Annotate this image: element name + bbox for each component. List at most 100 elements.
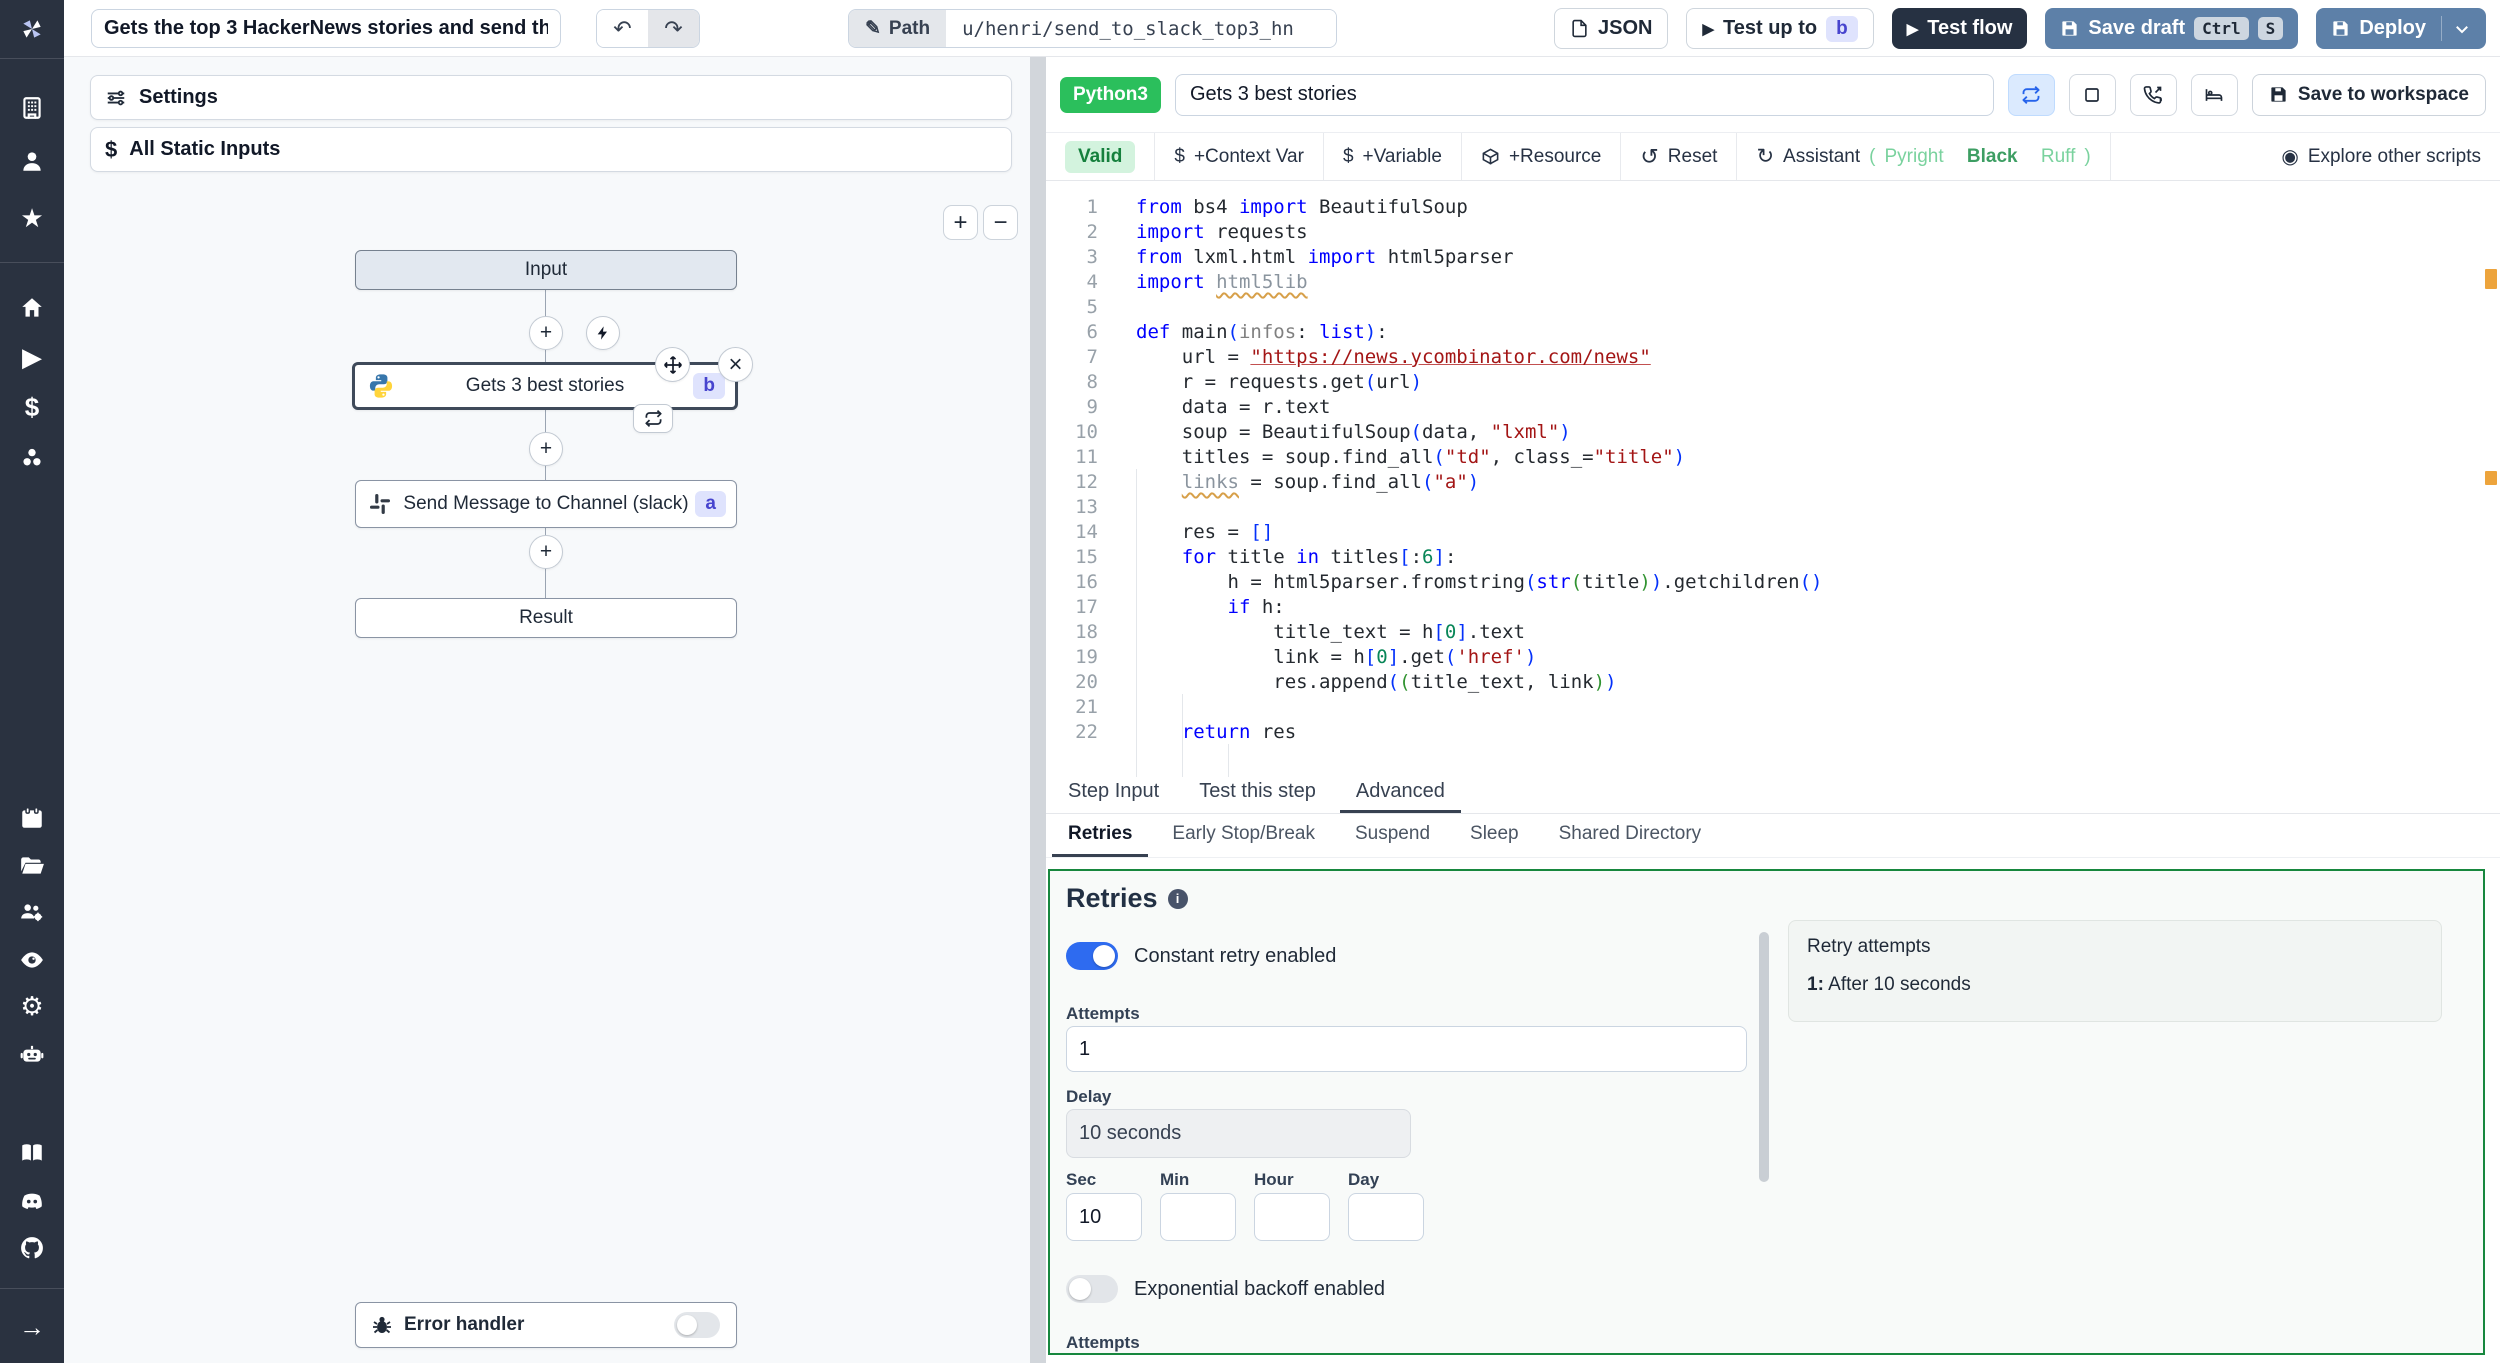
- add-context-var-button[interactable]: $ +Context Var: [1155, 133, 1324, 180]
- code-line: 19 link = h[0].get('href'): [1075, 646, 1537, 668]
- bolt-icon: [597, 326, 607, 340]
- github-icon[interactable]: [12, 1228, 52, 1268]
- code-line: 8 r = requests.get(url): [1086, 371, 1423, 393]
- canvas-zoom-out-button[interactable]: −: [983, 205, 1018, 240]
- variables-dollar-icon[interactable]: $: [12, 387, 52, 427]
- subtab-shared-directory[interactable]: Shared Directory: [1543, 814, 1718, 857]
- day-input[interactable]: [1348, 1193, 1424, 1241]
- windmill-logo-icon[interactable]: [12, 9, 52, 49]
- json-button[interactable]: JSON: [1554, 8, 1669, 49]
- flow-node-input[interactable]: Input: [355, 250, 737, 290]
- error-handler-toggle[interactable]: [674, 1312, 720, 1338]
- flow-node-step-a[interactable]: Send Message to Channel (slack) a: [355, 480, 737, 528]
- early-stop-icon-button[interactable]: [2068, 73, 2116, 116]
- tab-test-this-step[interactable]: Test this step: [1183, 772, 1332, 813]
- constant-retry-toggle[interactable]: [1066, 942, 1118, 970]
- path-group[interactable]: ✎ Path u/henri/send_to_slack_top3_hn: [848, 9, 1338, 48]
- schedules-calendar-icon[interactable]: [12, 798, 52, 838]
- runs-play-icon[interactable]: ▶: [12, 337, 52, 377]
- box-icon: [1482, 148, 1499, 165]
- close-icon: ×: [728, 350, 743, 378]
- canvas-zoom-in-button[interactable]: +: [943, 205, 978, 240]
- bug-icon: [373, 1316, 391, 1334]
- retries-panel: Retries i Constant retry enabled Attempt…: [1048, 869, 2485, 1355]
- test-flow-button[interactable]: ▶ Test flow: [1891, 8, 2028, 49]
- play-icon: ▶: [1906, 20, 1919, 38]
- suspend-icon-button[interactable]: [2129, 73, 2177, 116]
- test-up-to-button[interactable]: ▶ Test up to b: [1686, 8, 1874, 49]
- home-icon[interactable]: [12, 288, 52, 328]
- insert-step-button[interactable]: +: [529, 316, 563, 350]
- panel-resize-handle[interactable]: [1030, 57, 1046, 1363]
- subtab-suspend[interactable]: Suspend: [1339, 814, 1446, 857]
- sleep-icon-button[interactable]: [2190, 73, 2238, 116]
- editor-header: Python3 Save to workspace: [1046, 57, 2500, 133]
- docs-book-icon[interactable]: [12, 1133, 52, 1173]
- folders-icon[interactable]: [12, 846, 52, 886]
- insert-step-button[interactable]: +: [529, 432, 563, 466]
- static-inputs-card[interactable]: $ All Static Inputs: [90, 127, 1012, 172]
- sec-input[interactable]: [1066, 1193, 1142, 1241]
- language-badge: Python3: [1060, 76, 1161, 113]
- save-draft-button[interactable]: Save draft Ctrl S: [2045, 8, 2299, 49]
- refresh-icon: ↻: [1756, 145, 1775, 168]
- subtab-early-stop[interactable]: Early Stop/Break: [1156, 814, 1331, 857]
- assistant-status[interactable]: ↻ Assistant (Pyright Black Ruff): [1737, 133, 2111, 180]
- move-node-button[interactable]: [655, 347, 690, 382]
- retries-scrollbar[interactable]: [1759, 932, 1769, 1182]
- expand-sidebar-arrow-icon[interactable]: →: [12, 1307, 52, 1347]
- flow-node-result[interactable]: Result: [355, 598, 737, 638]
- delete-node-button[interactable]: ×: [718, 347, 753, 382]
- ai-robot-icon[interactable]: [12, 1034, 52, 1074]
- favorites-star-icon[interactable]: ★: [12, 198, 52, 238]
- overview-ruler-mark: [2485, 471, 2497, 485]
- settings-gear-icon[interactable]: ⚙: [12, 986, 52, 1026]
- error-handler-card[interactable]: Error handler: [355, 1302, 737, 1348]
- code-line: 6 def main(infos: list):: [1086, 321, 1388, 343]
- user-icon[interactable]: [12, 141, 52, 181]
- code-editor[interactable]: 1 from bs4 import BeautifulSoup 2 import re…: [1046, 181, 2500, 777]
- explore-other-scripts-button[interactable]: ◉ Explore other scripts: [2262, 133, 2500, 180]
- file-icon: [1572, 19, 1587, 38]
- exponential-backoff-toggle[interactable]: [1066, 1275, 1118, 1303]
- retry-indicator-button[interactable]: [633, 404, 673, 433]
- reset-button[interactable]: ↺ Reset: [1621, 133, 1738, 180]
- subtab-sleep[interactable]: Sleep: [1454, 814, 1535, 857]
- discord-icon[interactable]: [12, 1181, 52, 1221]
- tab-advanced[interactable]: Advanced: [1339, 772, 1461, 813]
- retry-attempts-summary: Retry attempts 1: After 10 seconds: [1788, 920, 2442, 1022]
- undo-button[interactable]: ↶: [597, 10, 648, 47]
- trigger-bolt-button[interactable]: [586, 316, 620, 350]
- chevron-down-icon[interactable]: [2453, 20, 2471, 38]
- add-variable-button[interactable]: $ +Variable: [1324, 133, 1462, 180]
- groups-users-icon[interactable]: [12, 892, 52, 932]
- step-name-input[interactable]: [1174, 73, 1994, 116]
- code-line: 15 for title in titles[:6]:: [1075, 546, 1457, 568]
- attempts-input[interactable]: [1066, 1026, 1747, 1072]
- min-input[interactable]: [1160, 1193, 1236, 1241]
- audit-eye-icon[interactable]: [12, 940, 52, 980]
- python-icon: [367, 372, 395, 400]
- retries-icon-button[interactable]: [2007, 73, 2055, 116]
- lint-status: Valid: [1046, 133, 1156, 180]
- redo-button[interactable]: ↷: [648, 10, 699, 47]
- insert-step-button[interactable]: +: [529, 535, 563, 569]
- path-value[interactable]: u/henri/send_to_slack_top3_hn: [946, 10, 1337, 47]
- save-to-workspace-button[interactable]: Save to workspace: [2251, 73, 2486, 116]
- tab-step-input[interactable]: Step Input: [1052, 772, 1175, 813]
- deploy-button[interactable]: Deploy: [2316, 8, 2486, 49]
- editor-panel: Python3 Save to workspace Valid $+Contex…: [1046, 57, 2500, 1363]
- flow-settings-card[interactable]: Settings: [90, 75, 1012, 120]
- add-resource-button[interactable]: +Resource: [1462, 133, 1622, 180]
- undo-redo-group: ↶ ↷: [596, 9, 700, 48]
- pencil-icon: ✎: [865, 18, 881, 39]
- code-line: 4 import html5lib: [1086, 271, 1308, 293]
- info-icon[interactable]: i: [1167, 888, 1188, 909]
- code-line: 11 titles = soup.find_all("td", class_="…: [1075, 446, 1686, 468]
- save-icon: [2333, 21, 2348, 36]
- resources-cubes-icon[interactable]: [12, 438, 52, 478]
- flow-title-input[interactable]: [91, 9, 561, 48]
- hour-input[interactable]: [1254, 1193, 1330, 1241]
- subtab-retries[interactable]: Retries: [1052, 814, 1149, 857]
- workspace-building-icon[interactable]: [12, 88, 52, 128]
